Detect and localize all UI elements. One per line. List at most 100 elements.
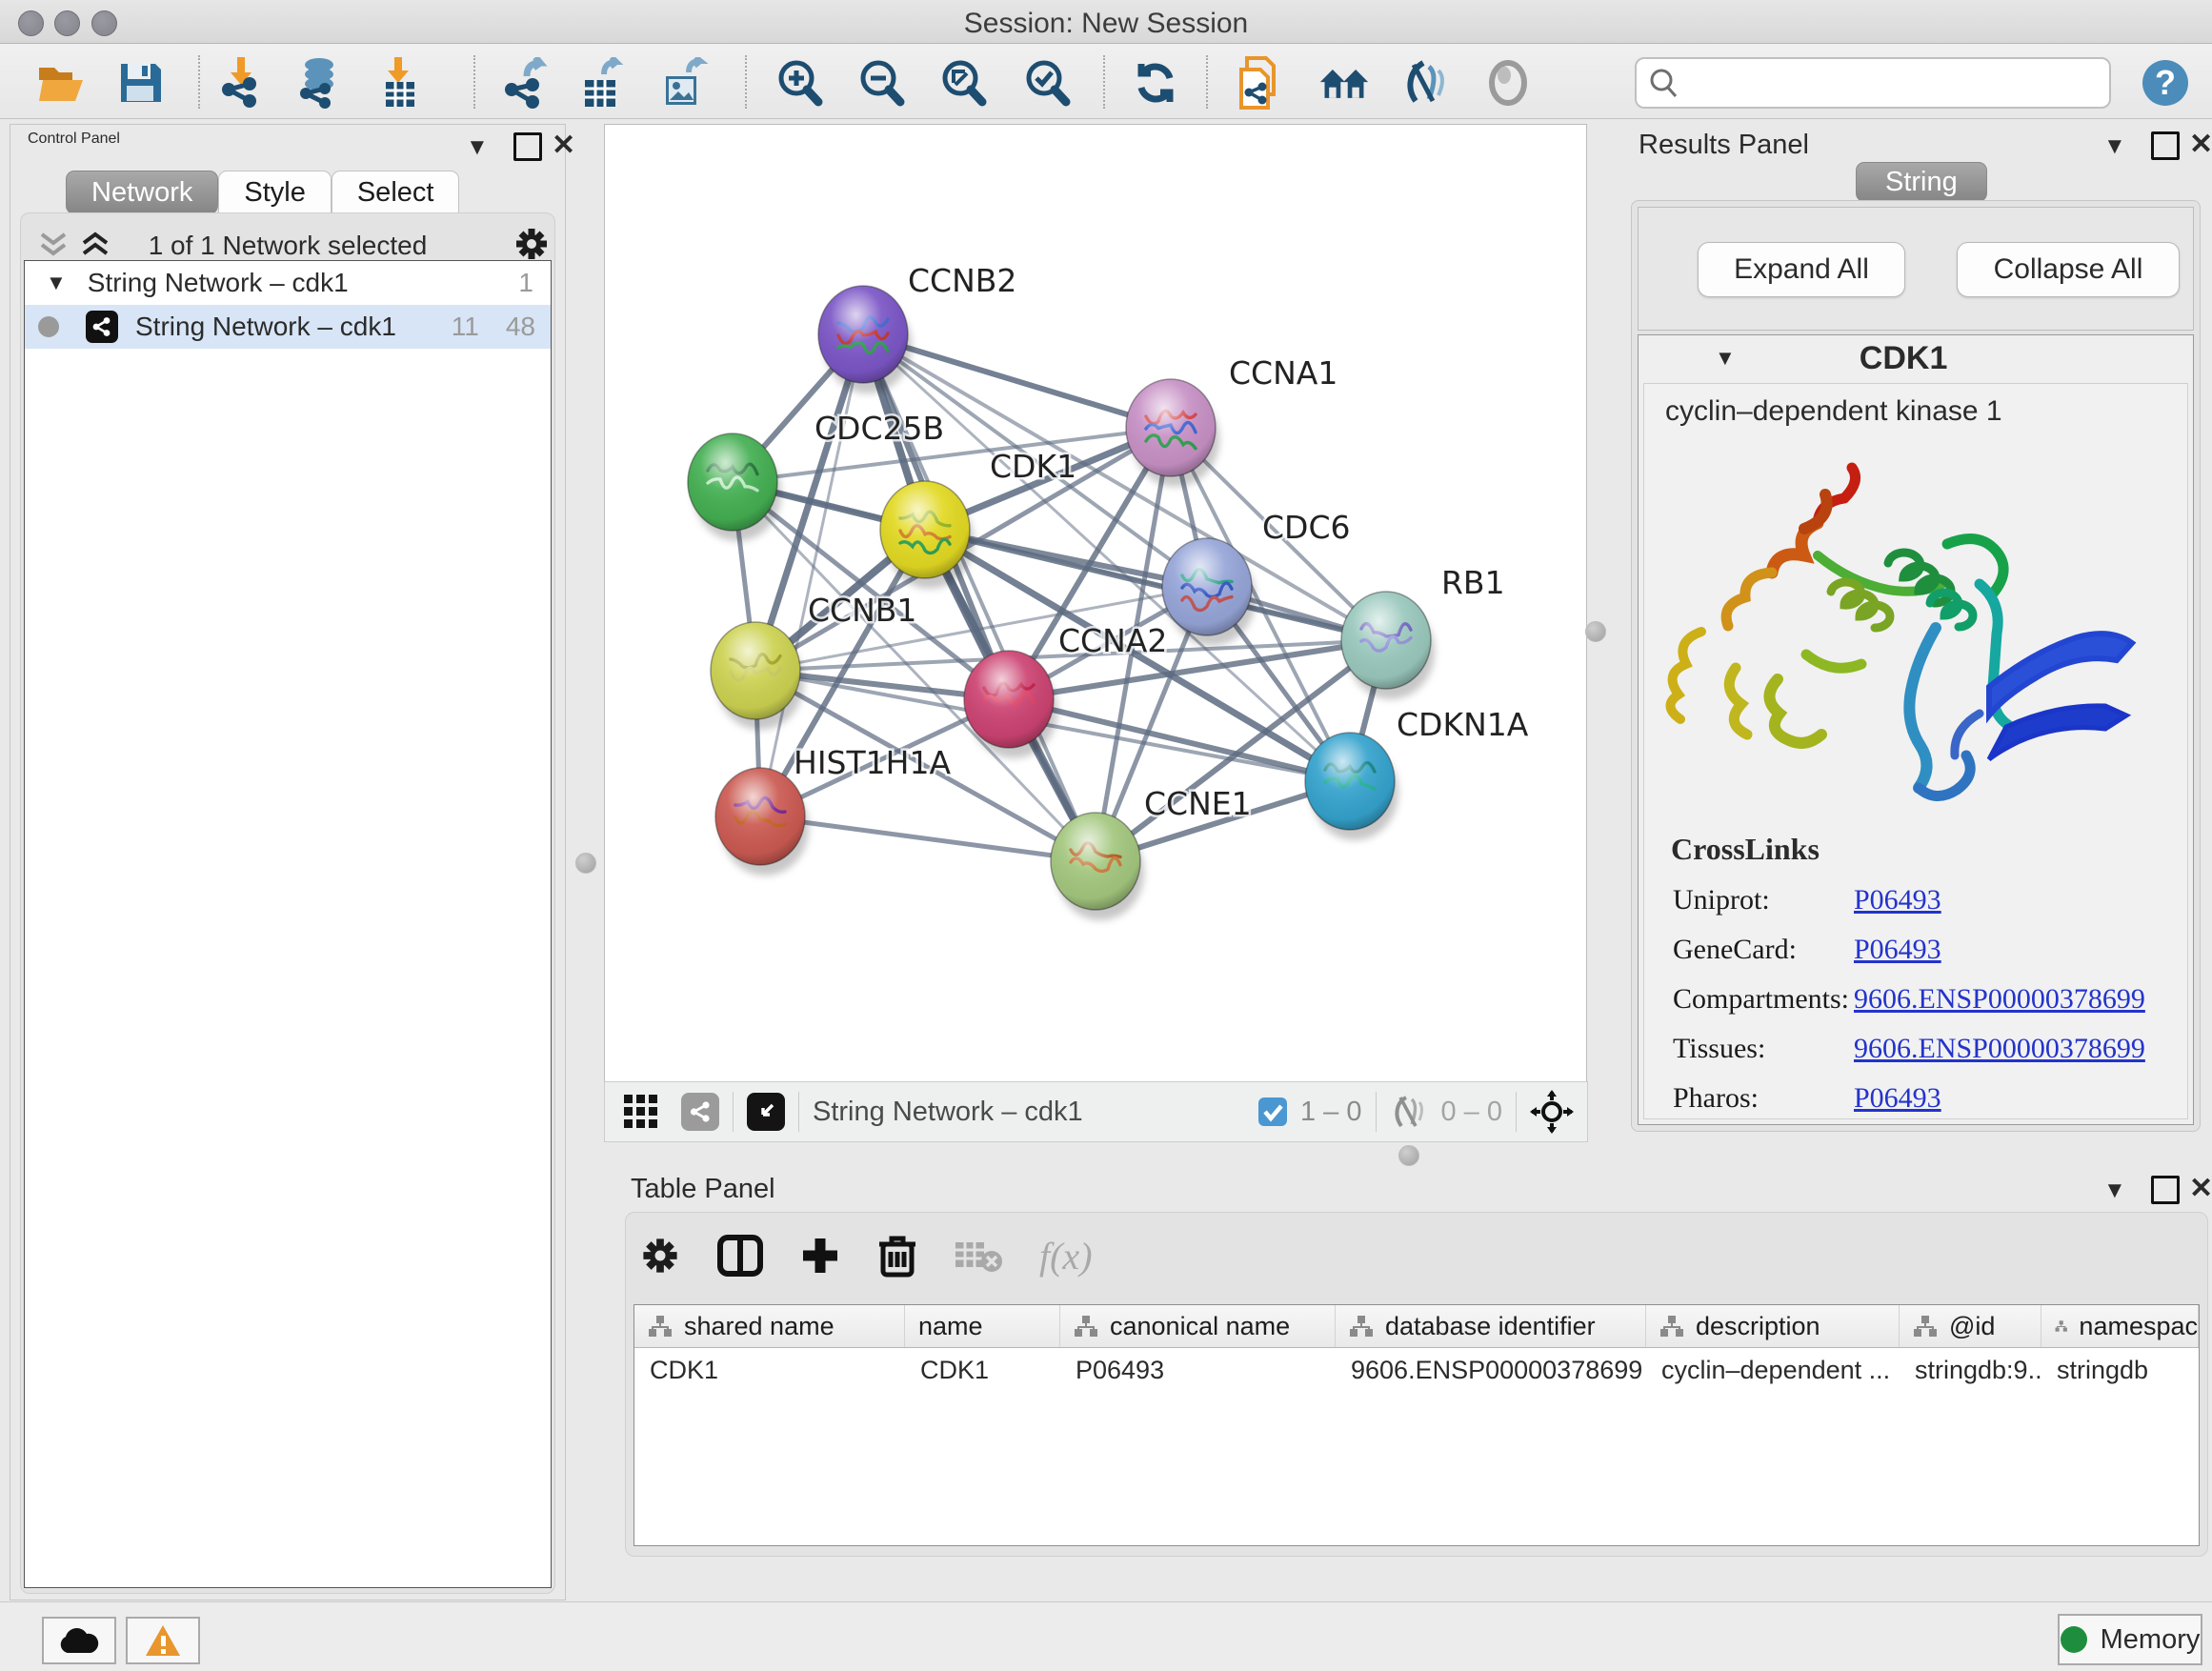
network-node[interactable]: HIST1H1A (715, 744, 951, 876)
network-options-gear-icon[interactable] (513, 225, 551, 263)
zoom-selected-icon[interactable] (1021, 57, 1073, 109)
status-bar: Memory (0, 1601, 2212, 1671)
expand-all-icon[interactable] (78, 231, 112, 259)
view-share-icon[interactable] (681, 1093, 719, 1131)
column-header-database-identifier[interactable]: database identifier (1336, 1305, 1646, 1347)
crosslink-row: Compartments: 9606.ENSP00000378699 (1673, 983, 2187, 1016)
table-cell[interactable]: stringdb (2041, 1356, 2199, 1385)
control-panel-close-icon[interactable]: ✕ (552, 129, 575, 162)
save-session-icon[interactable] (114, 57, 166, 109)
table-panel-close-icon[interactable]: ✕ (2189, 1172, 2212, 1205)
crosslink-link[interactable]: 9606.ENSP00000378699 (1854, 1033, 2145, 1065)
gene-section-header[interactable]: ▼ CDK1 (1639, 335, 2193, 381)
crosslink-link[interactable]: 9606.ENSP00000378699 (1854, 983, 2145, 1016)
network-node[interactable]: CDKN1A (1305, 706, 1529, 840)
collapse-all-button[interactable]: Collapse All (1957, 242, 2180, 297)
import-network-from-database-icon[interactable] (293, 57, 345, 109)
node-label: RB1 (1441, 564, 1505, 601)
refresh-icon[interactable] (1130, 57, 1181, 109)
tab-select[interactable]: Select (332, 171, 460, 214)
expand-all-button[interactable]: Expand All (1698, 242, 1905, 297)
tab-style[interactable]: Style (218, 171, 331, 214)
tab-string[interactable]: String (1856, 162, 1987, 202)
hidden-elements-eye-icon[interactable] (1390, 1095, 1430, 1129)
control-panel-float-icon[interactable] (513, 132, 542, 161)
tree-expander-icon[interactable]: ▼ (46, 271, 67, 295)
help-icon[interactable]: ? (2140, 57, 2191, 109)
crosslink-label: GeneCard: (1673, 934, 1854, 966)
show-eye-icon[interactable] (1482, 57, 1534, 109)
results-panel-float-icon[interactable] (2151, 131, 2180, 160)
import-network-from-file-icon[interactable] (215, 57, 267, 109)
hide-panels-eye-icon[interactable] (1400, 57, 1452, 109)
fit-content-crosshair-icon[interactable] (1530, 1090, 1574, 1134)
export-image-icon[interactable] (659, 57, 711, 109)
column-header-canonical-name[interactable]: canonical name (1060, 1305, 1336, 1347)
results-panel-close-icon[interactable]: ✕ (2189, 128, 2212, 161)
crosslink-link[interactable]: P06493 (1854, 934, 1941, 966)
network-collection-row[interactable]: ▼ String Network – cdk1 1 (25, 261, 551, 305)
table-row[interactable]: CDK1CDK1P064939606.ENSP00000378699cyclin… (634, 1348, 2199, 1392)
table-panel-float-icon[interactable] (2151, 1176, 2180, 1204)
crosslink-label: Tissues: (1673, 1033, 1854, 1065)
export-table-icon[interactable] (577, 57, 629, 109)
table-cell[interactable]: P06493 (1060, 1356, 1336, 1385)
export-network-icon[interactable] (499, 57, 551, 109)
legacy-home-icon[interactable] (1318, 57, 1370, 109)
horizontal-splitter-handle[interactable] (1398, 1145, 1419, 1166)
table-cell[interactable]: CDK1 (905, 1356, 1060, 1385)
left-splitter-handle[interactable] (575, 853, 596, 874)
column-header-name[interactable]: name (905, 1305, 1060, 1347)
crosslink-link[interactable]: P06493 (1854, 1082, 1941, 1115)
network-node[interactable]: RB1 (1341, 564, 1505, 699)
network-node[interactable]: CCNE1 (1051, 785, 1252, 920)
memory-button[interactable]: Memory (2058, 1614, 2202, 1665)
network-column-icon (1913, 1315, 1938, 1338)
column-header-description[interactable]: description (1646, 1305, 1900, 1347)
table-options-gear-icon[interactable] (639, 1235, 681, 1277)
table-panel-menu-icon[interactable]: ▼ (2103, 1178, 2126, 1204)
open-session-icon[interactable] (36, 57, 88, 109)
network-edge[interactable] (760, 816, 1096, 861)
results-panel-menu-icon[interactable]: ▼ (2103, 133, 2126, 160)
table-cell[interactable]: stringdb:9... (1900, 1356, 2041, 1385)
toolbar-separator (473, 55, 475, 109)
delete-column-icon[interactable] (877, 1233, 917, 1278)
column-header--id[interactable]: @id (1900, 1305, 2041, 1347)
tab-network[interactable]: Network (66, 171, 218, 214)
section-expander-icon[interactable]: ▼ (1715, 346, 1736, 371)
column-header-shared-name[interactable]: shared name (634, 1305, 905, 1347)
warning-status-button[interactable] (126, 1617, 200, 1664)
search-input[interactable] (1690, 68, 2109, 99)
network-node[interactable]: CCNA1 (1126, 354, 1337, 487)
open-string-web-icon[interactable] (1233, 57, 1284, 109)
network-column-icon (1349, 1315, 1374, 1338)
zoom-fit-icon[interactable] (937, 57, 989, 109)
search-field[interactable] (1635, 57, 2111, 109)
selected-checkbox-icon[interactable] (1257, 1096, 1289, 1128)
import-table-from-file-icon[interactable] (374, 57, 426, 109)
collapse-all-icon[interactable] (36, 231, 70, 259)
search-icon (1637, 66, 1690, 100)
control-panel-menu-icon[interactable]: ▼ (466, 134, 489, 161)
view-grid-icon[interactable] (622, 1093, 660, 1131)
network-column-icon (2055, 1315, 2067, 1338)
gene-section: ▼ CDK1 cyclin–dependent kinase 1 (1638, 334, 2194, 1125)
table-cell[interactable]: CDK1 (634, 1356, 905, 1385)
add-column-icon[interactable] (799, 1235, 841, 1277)
zoom-out-icon[interactable] (855, 57, 907, 109)
column-header-namespac[interactable]: namespac (2041, 1305, 2199, 1347)
node-table: shared namenamecanonical namedatabase id… (633, 1304, 2200, 1546)
crosslink-link[interactable]: P06493 (1854, 884, 1941, 916)
right-splitter-handle[interactable] (1585, 621, 1606, 642)
show-columns-icon[interactable] (717, 1235, 763, 1277)
cloud-status-button[interactable] (42, 1617, 116, 1664)
network-canvas[interactable]: CCNB2CCNA1CDC25BCDK1CDC6RB1CCNB1CCNA2CDK… (605, 125, 1586, 1081)
zoom-in-icon[interactable] (774, 57, 825, 109)
table-cell[interactable]: cyclin–dependent ... (1646, 1356, 1900, 1385)
memory-status-dot-icon (2061, 1626, 2087, 1653)
toolbar-separator (733, 1092, 734, 1132)
birds-eye-view-icon[interactable] (747, 1093, 785, 1131)
network-row-selected[interactable]: String Network – cdk1 11 48 (25, 305, 551, 349)
table-cell[interactable]: 9606.ENSP00000378699 (1336, 1356, 1646, 1385)
